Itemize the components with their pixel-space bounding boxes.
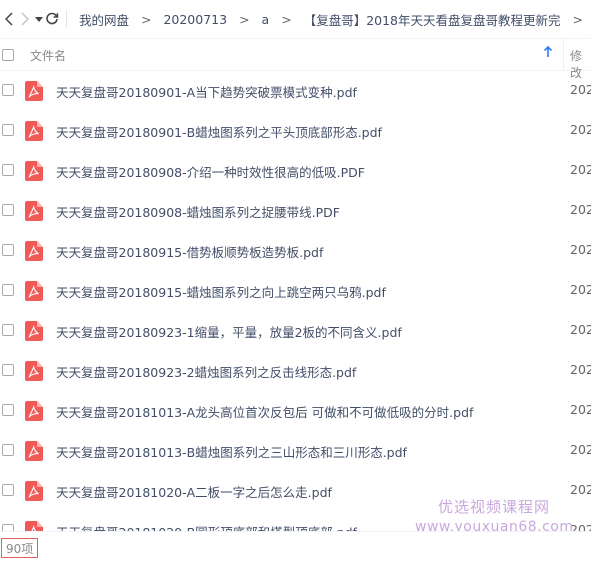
file-name[interactable]: 天天复盘哥20180901-B蜡烛图系列之平头顶底部形态.pdf <box>56 122 382 141</box>
file-checkbox[interactable] <box>2 444 14 456</box>
file-name[interactable]: 天天复盘哥20180915-借势板顺势板造势板.pdf <box>56 242 323 261</box>
breadcrumb-folder-a[interactable]: a <box>258 12 274 27</box>
file-row[interactable]: 天天复盘哥20180908-蜡烛图系列之捉腰带线.PDF 202 <box>0 191 591 231</box>
file-checkbox[interactable] <box>2 244 14 256</box>
file-modified-date: 202 <box>570 242 591 257</box>
file-name[interactable]: 天天复盘哥20180915-蜡烛图系列之向上跳空两只乌鸦.pdf <box>56 282 386 301</box>
chevron-right-icon <box>21 12 29 26</box>
file-row[interactable]: 天天复盘哥20180901-A当下趋势突破票模式变种.pdf 202 <box>0 71 591 111</box>
forward-button[interactable] <box>16 0 34 38</box>
chevron-left-icon <box>4 12 13 26</box>
pdf-file-icon <box>25 161 43 181</box>
pdf-file-icon <box>25 201 43 221</box>
select-all-checkbox[interactable] <box>2 49 14 61</box>
pdf-file-icon <box>25 121 43 141</box>
file-row[interactable]: 天天复盘哥20180923-1缩量，平量，放量2板的不同含义.pdf 202 <box>0 311 591 351</box>
column-header-filename[interactable]: 文件名 <box>30 47 66 64</box>
pdf-file-icon <box>25 81 43 101</box>
file-modified-date: 202 <box>570 482 591 497</box>
breadcrumb-separator: > <box>239 11 250 27</box>
file-modified-date: 202 <box>570 202 591 217</box>
file-name[interactable]: 天天复盘哥20180901-A当下趋势突破票模式变种.pdf <box>56 82 357 101</box>
breadcrumb-separator: > <box>281 11 292 27</box>
file-row[interactable]: 天天复盘哥20180908-介绍一种时效性很高的低吸.PDF 202 <box>0 151 591 191</box>
file-name[interactable]: 天天复盘哥20181013-A龙头高位首次反包后 可做和不可做低吸的分时.pdf <box>56 402 473 421</box>
file-modified-date: 202 <box>570 162 591 177</box>
breadcrumb-current-folder[interactable]: 【复盘哥】2018年天天看盘复盘哥教程更新完 <box>300 10 565 29</box>
file-checkbox[interactable] <box>2 364 14 376</box>
navigation-bar: 我的网盘 > 20200713 > a > 【复盘哥】2018年天天看盘复盘哥教… <box>0 0 591 38</box>
watermark-site-name: 优选视频课程网 <box>438 498 551 516</box>
pdf-file-icon <box>25 321 43 341</box>
file-checkbox[interactable] <box>2 324 14 336</box>
file-modified-date: 202 <box>570 402 591 417</box>
caret-down-icon <box>34 16 43 22</box>
file-name[interactable]: 天天复盘哥20181020-B圆形顶底部和塔型顶底部.pdf <box>56 522 357 531</box>
file-row[interactable]: 天天复盘哥20180915-借势板顺势板造势板.pdf 202 <box>0 231 591 271</box>
pdf-file-icon <box>25 361 43 381</box>
file-modified-date: 202 <box>570 442 591 457</box>
file-name[interactable]: 天天复盘哥20180923-2蜡烛图系列之反击线形态.pdf <box>56 362 356 381</box>
breadcrumb-root[interactable]: 我的网盘 <box>75 10 133 29</box>
file-name[interactable]: 天天复盘哥20180923-1缩量，平量，放量2板的不同含义.pdf <box>56 322 402 341</box>
file-modified-date: 202 <box>570 122 591 137</box>
nav-divider <box>66 10 67 28</box>
breadcrumb-separator: > <box>140 11 152 27</box>
file-row[interactable]: 天天复盘哥20180923-2蜡烛图系列之反击线形态.pdf 202 <box>0 351 591 391</box>
pdf-file-icon <box>25 481 43 501</box>
pdf-file-icon <box>25 401 43 421</box>
status-bar: 90项 <box>0 531 591 563</box>
file-name[interactable]: 天天复盘哥20180908-介绍一种时效性很高的低吸.PDF <box>56 162 365 181</box>
column-divider[interactable] <box>563 39 564 70</box>
file-row[interactable]: 天天复盘哥20181013-A龙头高位首次反包后 可做和不可做低吸的分时.pdf… <box>0 391 591 431</box>
file-row[interactable]: 天天复盘哥20180915-蜡烛图系列之向上跳空两只乌鸦.pdf 202 <box>0 271 591 311</box>
file-list: 天天复盘哥20180901-A当下趋势突破票模式变种.pdf 202 天天复盘哥… <box>0 71 591 531</box>
file-row[interactable]: 天天复盘哥20180901-B蜡烛图系列之平头顶底部形态.pdf 202 <box>0 111 591 151</box>
breadcrumb-separator: > <box>572 11 583 27</box>
file-checkbox[interactable] <box>2 404 14 416</box>
file-name[interactable]: 天天复盘哥20181020-A二板一字之后怎么走.pdf <box>56 482 332 501</box>
pdf-file-icon <box>25 441 43 461</box>
pdf-file-icon <box>25 281 43 301</box>
file-list-header: 文件名 修改 <box>0 38 591 80</box>
file-modified-date: 202 <box>570 322 591 337</box>
history-dropdown-button[interactable] <box>34 0 44 38</box>
back-button[interactable] <box>2 0 16 38</box>
file-row[interactable]: 天天复盘哥20181013-B蜡烛图系列之三山形态和三川形态.pdf 202 <box>0 431 591 471</box>
pdf-file-icon <box>25 521 43 531</box>
file-checkbox[interactable] <box>2 284 14 296</box>
sort-ascending-icon[interactable] <box>543 45 553 61</box>
file-modified-date: 202 <box>570 82 591 97</box>
file-modified-date: 202 <box>570 362 591 377</box>
file-checkbox[interactable] <box>2 124 14 136</box>
file-name[interactable]: 天天复盘哥20181013-B蜡烛图系列之三山形态和三川形态.pdf <box>56 442 407 461</box>
breadcrumb-folder-date[interactable]: 20200713 <box>159 12 231 27</box>
refresh-icon <box>46 12 59 25</box>
file-checkbox[interactable] <box>2 204 14 216</box>
file-checkbox[interactable] <box>2 524 14 531</box>
file-modified-date: 202 <box>570 282 591 297</box>
refresh-button[interactable] <box>44 0 61 38</box>
file-checkbox[interactable] <box>2 484 14 496</box>
file-name[interactable]: 天天复盘哥20180908-蜡烛图系列之捉腰带线.PDF <box>56 202 340 221</box>
file-checkbox[interactable] <box>2 84 14 96</box>
item-count: 90项 <box>1 538 39 558</box>
file-checkbox[interactable] <box>2 164 14 176</box>
pdf-file-icon <box>25 241 43 261</box>
